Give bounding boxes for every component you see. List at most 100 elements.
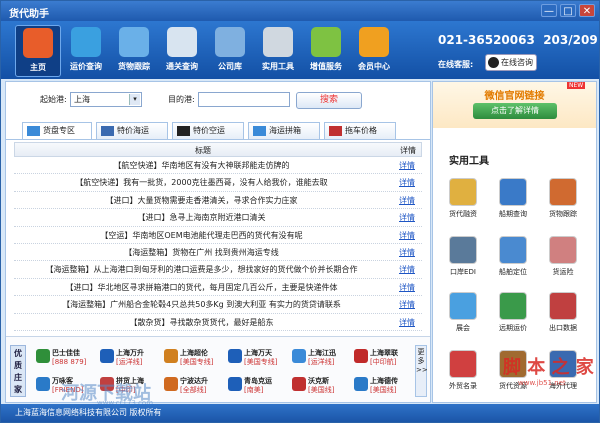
tool-directory[interactable]: 外贸名录 [441,350,485,394]
book-icon [449,350,477,378]
toolbar-cargo-tracking[interactable]: 货物跟踪 [111,25,157,77]
maximize-button[interactable]: □ [560,4,576,17]
table-row[interactable]: 【海运整箱】广州船合金轮毂4只总共50多Kg 到澳大利亚 有实力的货贷请联系 详情 [14,296,422,314]
row-title[interactable]: 【进口】急寻上海南京附近港口清关 [14,209,389,226]
company-name: 上海万天 [244,349,272,357]
table-row[interactable]: 【空运】华南地区OEM电池能代理走巴西的货代有没有呢 详情 [14,227,422,244]
toolbar-value-added[interactable]: 增值服务 [303,25,349,77]
company-name: 巴士佳佳 [52,349,80,357]
tab-cargo[interactable]: 货盘专区 [22,122,92,140]
company-logo[interactable]: 上海万天 [美国专线] [228,347,290,369]
row-title[interactable]: 【进口】大量货物需要走香港清关，寻求合作实力庄家 [14,192,389,209]
company-icon [164,377,178,391]
tool-exhibition[interactable]: 展会 [441,292,485,336]
tab-label: 特价海运 [117,126,149,135]
tab-divider [6,139,430,140]
row-title[interactable]: 【海运整箱】货物在广州 找到贵州海运专线 [14,244,389,261]
company-logo[interactable]: 宁波达升 [全部线] [164,375,226,397]
status-bar: 上海蓝海信息网络科技有限公司 版权所有 [1,404,599,422]
tool-export-data[interactable]: 出口数据 [541,292,585,336]
table-row[interactable]: 【散杂货】寻找散杂货货代，最好是船东 详情 [14,314,422,331]
table-row[interactable]: 【进口】急寻上海南京附近港口清关 详情 [14,209,422,227]
company-logo[interactable]: 沃克斯 [美国线] [292,375,354,397]
detail-link[interactable]: 详情 [399,296,415,313]
detail-link[interactable]: 详情 [399,279,415,296]
toolbar-tools[interactable]: 实用工具 [255,25,301,77]
table-row[interactable]: 【海运整箱】从上海港口到匈牙利的港口运费是多少，想找家好的货代做个价并长期合作详… [14,261,422,279]
toolbar-label: 会员中心 [358,62,390,71]
satellite-icon [167,27,197,57]
close-button[interactable]: ✕ [579,4,595,17]
company-logo[interactable]: 上海德传 [美国线] [354,375,412,397]
tool-label: 远期运价 [499,324,527,332]
tool-tracking[interactable]: 货物跟踪 [541,178,585,222]
tab-air-freight[interactable]: 特价空运 [172,122,244,139]
detail-link[interactable]: 详情 [399,244,415,261]
toolbar-home[interactable]: 主页 [15,25,61,77]
online-service-label: 在线客服: [438,60,474,69]
from-port-value: 上海 [74,95,90,104]
company-logo[interactable]: 上海超伦 [美国专线] [164,347,226,369]
tab-trucking[interactable]: 拖车价格 [324,122,396,139]
toolbar-member-center[interactable]: 会员中心 [351,25,397,77]
search-button[interactable]: 搜索 [296,92,362,109]
from-port-select[interactable]: 上海 ▾ [70,92,142,107]
company-logo[interactable]: 巴士佳佳 [888 879] [36,347,98,369]
table-row[interactable]: 【进口】大量货物需要走香港清关，寻求合作实力庄家 详情 [14,192,422,210]
company-logo[interactable]: 上海万升 [运洋线] [100,347,162,369]
tab-lcl[interactable]: 海运拼箱 [248,122,320,139]
wechat-promo: NEW 微信官网链接 点击了解详情 [433,82,596,128]
row-title[interactable]: 【空运】华南地区OEM电池能代理走巴西的货代有没有呢 [14,227,389,244]
tab-sea-freight[interactable]: 特价海运 [96,122,168,139]
qq-consult-button[interactable]: 在线咨询 [485,54,537,71]
company-logo[interactable]: 青岛克运 [南美] [228,375,290,397]
more-companies-button[interactable]: 更多>> [415,345,428,397]
company-name: 上海江迅 [308,349,336,357]
toolbar-rate-query[interactable]: 运价查询 [63,25,109,77]
company-logo[interactable]: 上海翠联 [中印航] [354,347,412,369]
company-tag: [美国专线] [244,358,278,366]
tool-ship-position[interactable]: 船舶定位 [491,236,535,280]
table-row[interactable]: 【航空快递】华南地区有没有大神联邦能走仿牌的 详情 [14,157,422,175]
search-bar: 起始港: 上海 ▾ 目的港: 搜索 [6,82,430,118]
company-name: 青岛克运 [244,377,272,385]
tool-label: 出口数据 [549,324,577,332]
row-title[interactable]: 【散杂货】寻找散杂货货代，最好是船东 [14,314,389,331]
cargo-ship-icon [499,178,527,206]
table-row[interactable]: 【进口】华北地区寻求拼箱港口的货代，每月固定几百公斤，主要是快递件体 详情 [14,279,422,297]
globe-icon [27,126,40,136]
row-title[interactable]: 【海运整箱】从上海港口到匈牙利的港口运费是多少，想找家好的货代做个价并长期合作 [14,261,389,278]
row-title[interactable]: 【航空快递】华南地区有没有大神联邦能走仿牌的 [14,157,389,174]
to-port-input[interactable] [198,92,290,107]
tool-edi[interactable]: 口岸EDI [441,236,485,280]
row-title[interactable]: 【海运整箱】广州船合金轮毂4只总共50多Kg 到澳大利亚 有实力的货贷请联系 [14,296,389,313]
tool-insurance[interactable]: 货运险 [541,236,585,280]
table-row[interactable]: 【海运整箱】货物在广州 找到贵州海运专线 详情 [14,244,422,262]
detail-link[interactable]: 详情 [399,261,415,278]
ship-icon [119,27,149,57]
detail-link[interactable]: 详情 [399,314,415,331]
window-title: 货代助手 [9,9,49,20]
company-icon [228,377,242,391]
row-title[interactable]: 【航空快递】我有一批货，2000克往墨西哥，没有人给我价，谁能去取 [14,174,389,191]
promo-title[interactable]: 微信官网链接 [433,87,596,102]
learn-more-button[interactable]: 点击了解详情 [473,103,557,119]
tool-forward-rates[interactable]: 远期运价 [491,292,535,336]
minimize-button[interactable]: — [541,4,557,17]
detail-link[interactable]: 详情 [399,209,415,226]
detail-link[interactable]: 详情 [399,157,415,174]
container-icon [253,126,266,136]
table-row[interactable]: 【航空快递】我有一批货，2000克往墨西哥，没有人给我价，谁能去取 详情 [14,174,422,192]
tool-label: 船期查询 [499,210,527,218]
detail-link[interactable]: 详情 [399,227,415,244]
buildings-icon [215,27,245,57]
row-title[interactable]: 【进口】华北地区寻求拼箱港口的货代，每月固定几百公斤，主要是快递件体 [14,279,389,296]
tool-schedule[interactable]: 船期查询 [491,178,535,222]
toolbar-customs-query[interactable]: 通关查询 [159,25,205,77]
detail-link[interactable]: 详情 [399,192,415,209]
tool-financing[interactable]: 货代融资 [441,178,485,222]
tool-label: 船舶定位 [499,268,527,276]
toolbar-company-db[interactable]: 公司库 [207,25,253,77]
company-logo[interactable]: 上海江迅 [运洋线] [292,347,354,369]
detail-link[interactable]: 详情 [399,174,415,191]
